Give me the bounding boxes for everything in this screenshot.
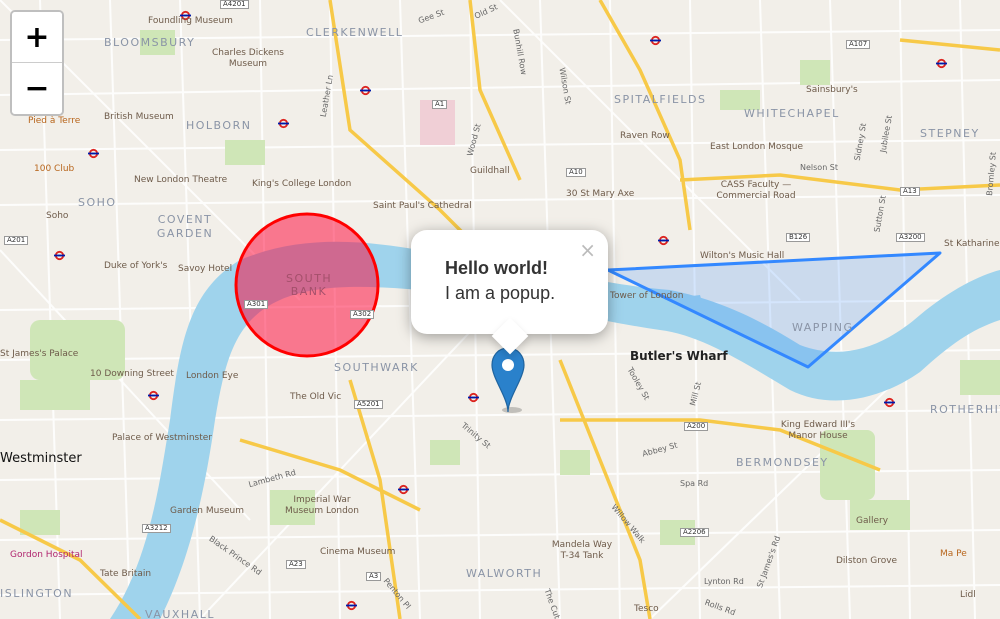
- tube-station-icon: [54, 250, 65, 261]
- place-label: Foundling Museum: [148, 16, 233, 26]
- district-label: VAUXHALL: [145, 608, 215, 619]
- place-label: Tesco: [634, 604, 659, 614]
- tube-station-icon: [398, 484, 409, 495]
- place-label: Ma Pe: [940, 549, 967, 559]
- road-shield: A3212: [142, 524, 171, 533]
- district-label: WAPPING: [792, 321, 854, 334]
- place-label: King's College London: [252, 179, 352, 189]
- place-label: CASS Faculty — Commercial Road: [716, 180, 796, 201]
- place-label: Savoy Hotel: [178, 264, 233, 274]
- place-label: Soho: [46, 211, 69, 221]
- place-label: King Edward III's Manor House: [780, 420, 856, 441]
- zoom-control: + −: [10, 10, 64, 116]
- place-label: Saint Paul's Cathedral: [373, 201, 472, 211]
- tube-station-icon: [658, 235, 669, 246]
- tube-station-icon: [346, 600, 357, 611]
- map-marker-icon[interactable]: [490, 346, 526, 414]
- place-label: Raven Row: [620, 131, 670, 141]
- place-label: Lidl: [960, 590, 976, 600]
- place-label: St James's Palace: [0, 349, 79, 359]
- road-shield: A3: [366, 572, 382, 581]
- tube-station-icon: [884, 397, 895, 408]
- place-label: Garden Museum: [170, 506, 245, 516]
- street-label: Lynton Rd: [704, 577, 744, 586]
- popup-title: Hello world!: [445, 258, 548, 278]
- district-label: WHITECHAPEL: [744, 107, 840, 120]
- district-label: BERMONDSEY: [736, 456, 829, 469]
- road-shield: A201: [4, 236, 29, 245]
- district-label: STEPNEY: [920, 127, 980, 140]
- tube-station-icon: [936, 58, 947, 69]
- place-label: Pied à Terre: [28, 116, 81, 126]
- district-label: HOLBORN: [186, 119, 252, 132]
- tube-station-icon: [360, 85, 371, 96]
- zoom-out-button[interactable]: −: [12, 63, 62, 114]
- place-label: Charles Dickens Museum: [212, 48, 284, 69]
- street-label: Nelson St: [800, 163, 839, 172]
- place-label: East London Mosque: [710, 142, 804, 152]
- place-label: Mandela Way T-34 Tank: [551, 540, 613, 561]
- road-shield: A13: [900, 187, 920, 196]
- district-label: SOHO: [78, 196, 117, 209]
- district-label: WALWORTH: [466, 567, 543, 580]
- road-shield: A23: [286, 560, 306, 569]
- street-label: Spa Rd: [680, 479, 709, 488]
- road-shield: A10: [566, 168, 586, 177]
- place-label: New London Theatre: [134, 175, 228, 185]
- place-label: Dilston Grove: [836, 556, 898, 566]
- place-label: British Museum: [104, 112, 174, 122]
- tube-station-icon: [278, 118, 289, 129]
- place-label: Palace of Westminster: [112, 433, 212, 443]
- place-label: Tate Britain: [100, 569, 152, 579]
- popup-close-icon[interactable]: ×: [579, 238, 596, 262]
- place-label: Gordon Hospital: [10, 550, 83, 560]
- place-label: London Eye: [186, 371, 239, 381]
- district-label: CLERKENWELL: [306, 26, 404, 39]
- tube-station-icon: [468, 392, 479, 403]
- district-label: ROTHERHITHE: [930, 403, 1000, 416]
- map-popup: × Hello world! I am a popup.: [411, 230, 608, 355]
- road-shield: A1: [432, 100, 448, 109]
- place-label: Guildhall: [470, 166, 510, 176]
- tube-station-icon: [650, 35, 661, 46]
- district-label: BLOOMSBURY: [104, 36, 196, 49]
- place-label: Gallery: [856, 516, 889, 526]
- city-label: Westminster: [0, 451, 82, 466]
- place-label: Imperial War Museum London: [284, 495, 360, 516]
- district-label: SOUTH BANK: [286, 272, 333, 298]
- road-shield: A107: [846, 40, 871, 49]
- place-label: 30 St Mary Axe: [566, 189, 635, 199]
- place-label: St Katharine by the...: [944, 239, 1000, 249]
- popup-body: I am a popup.: [445, 283, 556, 303]
- place-label: Tower of London: [610, 291, 684, 301]
- road-shield: A302: [350, 310, 375, 319]
- place-label: 100 Club: [34, 164, 75, 174]
- district-label: SPITALFIELDS: [614, 93, 707, 106]
- road-shield: A5201: [354, 400, 383, 409]
- road-shield: A301: [244, 300, 269, 309]
- zoom-in-button[interactable]: +: [12, 12, 62, 63]
- place-label: The Old Vic: [290, 392, 342, 402]
- road-shield: B126: [786, 233, 811, 242]
- road-shield: A4201: [220, 0, 249, 9]
- place-label: Wilton's Music Hall: [700, 251, 785, 261]
- road-shield: A2206: [680, 528, 709, 537]
- place-label: Sainsbury's: [806, 85, 858, 95]
- district-label: COVENT GARDEN: [156, 213, 214, 240]
- district-label: SOUTHWARK: [334, 361, 419, 374]
- tube-station-icon: [88, 148, 99, 159]
- place-label: 10 Downing Street: [90, 369, 174, 379]
- road-shield: A200: [684, 422, 709, 431]
- place-label-bold: Butler's Wharf: [630, 349, 728, 363]
- road-shield: A3200: [896, 233, 925, 242]
- tube-station-icon: [148, 390, 159, 401]
- district-label: ISLINGTON: [0, 587, 74, 600]
- place-label: Cinema Museum: [320, 547, 396, 557]
- place-label: Duke of York's: [104, 261, 168, 271]
